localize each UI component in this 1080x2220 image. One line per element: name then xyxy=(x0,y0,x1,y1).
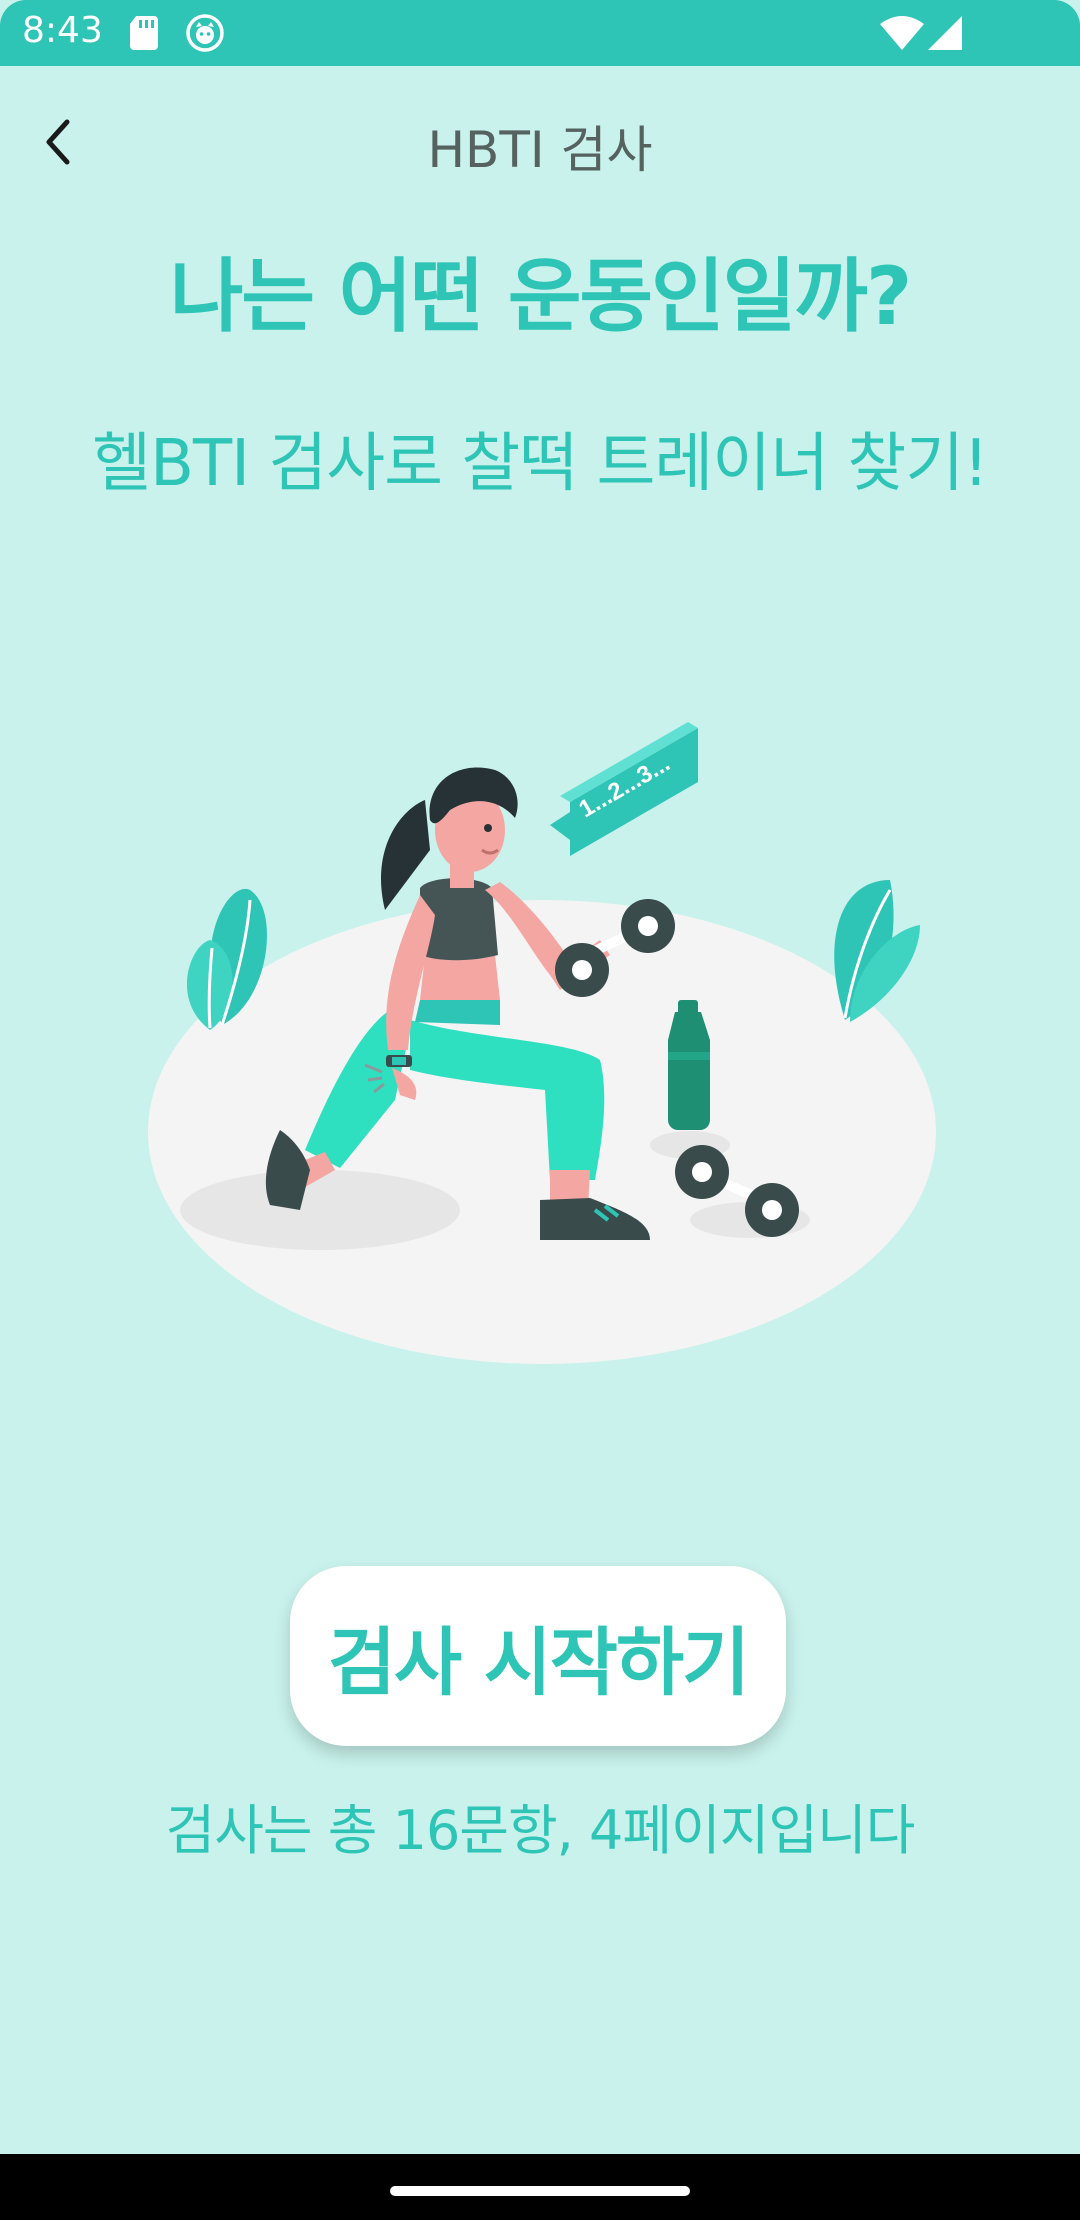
app-bar: HBTI 검사 xyxy=(0,66,1080,226)
home-gesture-handle[interactable] xyxy=(390,2186,690,2196)
test-info-text: 검사는 총 16문항, 4페이지입니다 xyxy=(165,1799,916,1862)
workout-illustration: 1...2...3... xyxy=(148,722,936,1364)
sd-card-icon xyxy=(130,16,158,50)
subheadline: 헬BTI 검사로 찰떡 트레이너 찾기! xyxy=(92,427,988,501)
plant-right-icon xyxy=(834,880,920,1022)
headline: 나는 어떤 운동인일까? xyxy=(169,250,913,343)
status-time: 8:43 xyxy=(22,10,103,51)
page-title: HBTI 검사 xyxy=(427,121,653,179)
signal-icon xyxy=(928,16,962,50)
counting-speech-bubble: 1...2...3... xyxy=(550,722,698,856)
notification-app-icon xyxy=(186,14,224,52)
floor-ellipse xyxy=(148,900,936,1364)
start-test-button[interactable]: 검사 시작하기 xyxy=(290,1566,786,1746)
status-bar: 8:43 xyxy=(0,0,1080,66)
wifi-icon xyxy=(880,16,924,50)
